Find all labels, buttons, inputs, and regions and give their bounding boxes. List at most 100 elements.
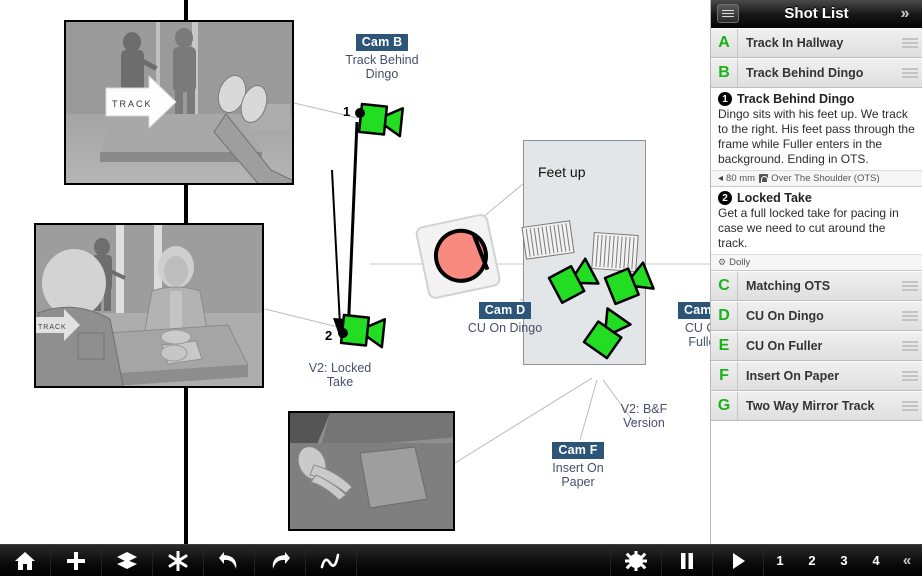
camera-icon-cam-e[interactable] [603,261,655,306]
sidebar-title: Shot List [784,5,849,22]
page-number-4[interactable]: 4 [860,545,892,576]
shot-list-sidebar: Shot List » A Track In Hallway B Track B… [710,0,922,544]
drag-handle-icon[interactable] [902,279,922,294]
shot-detail-1-title: Track Behind Dingo [737,92,855,106]
undo-button[interactable] [204,545,255,576]
svg-text:TRACK: TRACK [38,324,67,331]
add-icon [67,551,85,570]
page-number-1[interactable]: 1 [764,545,796,576]
storyboard-thumb-prison3[interactable]: TRACK prison3.jpg [64,20,294,185]
lens-icon: ◂ [718,173,724,184]
svg-text:TRACK: TRACK [112,99,153,109]
pause-icon [681,552,693,569]
home-icon [15,551,35,570]
camera-icon-cam-b-2[interactable] [339,313,387,349]
play-icon [733,552,745,569]
camera-sub-cam-b: Track Behind Dingo [345,53,419,81]
shot-detail-1-body: Dingo sits with his feet up. We track to… [718,107,915,166]
camera-label-cam-f[interactable]: Cam F Insert On Paper [534,442,622,489]
shot-row-c[interactable]: C Matching OTS [711,271,922,301]
storyboard-thumb-prison7[interactable]: prison7.jpg [288,411,455,531]
camera-icon-cam-f[interactable] [582,307,632,360]
layers-icon [117,551,137,569]
drag-handle-icon[interactable] [902,369,922,384]
storyboard-caption-prison4: prison4.jpg [36,386,262,388]
storyboard-art-prison7 [290,413,453,529]
effects-button[interactable] [153,545,204,576]
storyboard-art-prison4: TRACK [36,225,262,386]
settings-gear-icon [625,550,647,571]
add-button[interactable] [51,545,102,576]
storyboard-canvas[interactable]: Feet up 1 2 TRACK TRACK Cam B Track Behi… [0,0,710,544]
meta-movement-text: Dolly [729,257,751,268]
storyboard-caption-prison3: prison3.jpg [66,183,292,185]
shot-row-f[interactable]: F Insert On Paper [711,361,922,391]
shot-title-c: Matching OTS [737,272,902,300]
app-root: Feet up 1 2 TRACK TRACK Cam B Track Behi… [0,0,922,576]
note-bf-version[interactable]: V2: B&F Version [598,402,690,430]
meta-framing-text: Over The Shoulder (OTS) [771,173,880,184]
shot-letter-a: A [718,34,730,51]
shot-detail-1-meta: ◂ 80 mm Over The Shoulder (OTS) [711,170,922,186]
shot-detail-2-meta: ⚙ Dolly [711,254,922,270]
gear-icon: ⚙ [718,257,727,267]
camera-tag-cam-d[interactable]: Cam D [478,302,532,319]
camera-position-dot-1[interactable] [355,108,365,118]
hamburger-icon[interactable] [717,4,739,23]
shot-letter-c: C [718,277,730,294]
drag-handle-icon[interactable] [902,339,922,354]
camera-icon-cam-c[interactable] [547,257,600,304]
drag-handle-icon[interactable] [902,399,922,414]
drag-handle-icon[interactable] [902,36,922,51]
bottom-toolbar: 1 2 3 4 « [0,544,922,576]
storyboard-thumb-prison4[interactable]: TRACK prison4.jpg [34,223,264,388]
play-button[interactable] [713,545,764,576]
camera-sub-cam-f: Insert On Paper [552,461,604,489]
shot-detail-2: 2 Locked Take Get a full locked take for… [711,187,922,271]
page-number-2[interactable]: 2 [796,545,828,576]
effects-icon [168,550,188,571]
drag-handle-icon[interactable] [902,309,922,324]
shot-title-d: CU On Dingo [737,302,902,330]
shot-letter-f: F [719,367,729,384]
shot-detail-1-header: 1 Track Behind Dingo [718,92,915,106]
undo-icon [219,551,237,569]
camera-point-number-2: 2 [325,328,333,343]
camera-point-number-1: 1 [343,104,351,119]
chevron-double-left-icon[interactable]: « [892,545,922,576]
camera-sub-cam-e: CU OnFuller [684,321,710,349]
shot-letter-d: D [718,307,730,324]
settings-button[interactable] [611,545,662,576]
camera-icon-cam-b-1[interactable] [357,102,405,138]
storyboard-caption-prison7: prison7.jpg [290,529,453,531]
sidebar-header: Shot List » [711,0,922,28]
camera-tag-cam-b[interactable]: Cam B [355,34,409,51]
home-button[interactable] [0,545,51,576]
shot-row-a[interactable]: A Track In Hallway [711,28,922,58]
shot-row-b[interactable]: B Track Behind Dingo [711,58,922,88]
pause-button[interactable] [662,545,713,576]
layers-button[interactable] [102,545,153,576]
camera-sub-cam-d: CU On Dingo [467,321,543,335]
redo-button[interactable] [255,545,306,576]
shot-letter-b: B [718,64,730,81]
camera-label-cam-d[interactable]: Cam D CU On Dingo [455,302,555,335]
scribble-button[interactable] [306,545,357,576]
shot-detail-2-body: Get a full locked take for pacing in cas… [718,206,899,250]
drag-handle-icon[interactable] [902,66,922,81]
shot-detail-2-title: Locked Take [737,191,812,205]
camera-label-cam-b[interactable]: Cam B Track Behind Dingo [332,34,432,81]
camera-tag-cam-e[interactable]: Cam E [678,302,710,319]
shot-row-g[interactable]: G Two Way Mirror Track [711,391,922,421]
shot-row-d[interactable]: D CU On Dingo [711,301,922,331]
chevron-double-right-icon[interactable]: » [894,5,916,23]
shot-list[interactable]: A Track In Hallway B Track Behind Dingo … [711,28,922,544]
shot-row-e[interactable]: E CU On Fuller [711,331,922,361]
page-number-3[interactable]: 3 [828,545,860,576]
page-number-group: 1 2 3 4 « [764,545,922,576]
camera-label-cam-e[interactable]: Cam E CU OnFuller [658,302,710,349]
shot-detail-1: 1 Track Behind Dingo Dingo sits with his… [711,88,922,187]
camera-position-dot-2[interactable] [338,328,348,338]
note-locked-take[interactable]: V2: Locked Take [290,361,390,389]
camera-tag-cam-f[interactable]: Cam F [552,442,604,459]
